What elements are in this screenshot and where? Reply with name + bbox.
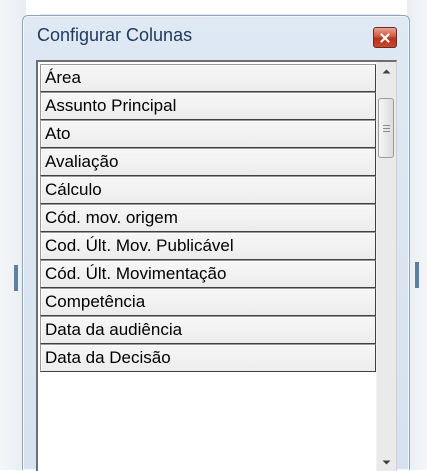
column-item[interactable]: Cod. Últ. Mov. Publicável [40, 232, 376, 260]
column-item[interactable]: Cálculo [40, 176, 376, 204]
column-item[interactable]: Cód. mov. origem [40, 204, 376, 232]
grip-icon [382, 123, 390, 134]
column-item[interactable]: Cód. Últ. Movimentação [40, 260, 376, 288]
columns-listbox[interactable]: Área Assunto Principal Ato Avaliação Cál… [36, 60, 397, 471]
background-window-right-accent [415, 262, 419, 288]
background-window-left-accent [14, 265, 18, 291]
configure-columns-dialog: Configurar Colunas Área Assunto Principa… [22, 15, 410, 471]
vertical-scrollbar[interactable] [376, 62, 396, 471]
arrow-up-icon [382, 69, 391, 73]
background-window-right [407, 0, 427, 470]
arrow-down-icon [382, 460, 391, 464]
column-item[interactable]: Data da audiência [40, 316, 376, 344]
background-window-top [40, 0, 400, 15]
close-button[interactable] [373, 27, 397, 48]
column-item[interactable]: Data da Decisão [40, 344, 376, 372]
column-item[interactable]: Assunto Principal [40, 92, 376, 120]
column-item[interactable]: Área [40, 64, 376, 92]
scroll-down-button[interactable] [377, 453, 396, 471]
scroll-thumb[interactable] [378, 98, 394, 158]
column-item[interactable]: Competência [40, 288, 376, 316]
columns-list: Área Assunto Principal Ato Avaliação Cál… [40, 64, 376, 372]
scroll-up-button[interactable] [377, 62, 396, 80]
dialog-title: Configurar Colunas [37, 25, 193, 45]
close-icon [380, 32, 390, 43]
column-item[interactable]: Avaliação [40, 148, 376, 176]
column-item[interactable]: Ato [40, 120, 376, 148]
